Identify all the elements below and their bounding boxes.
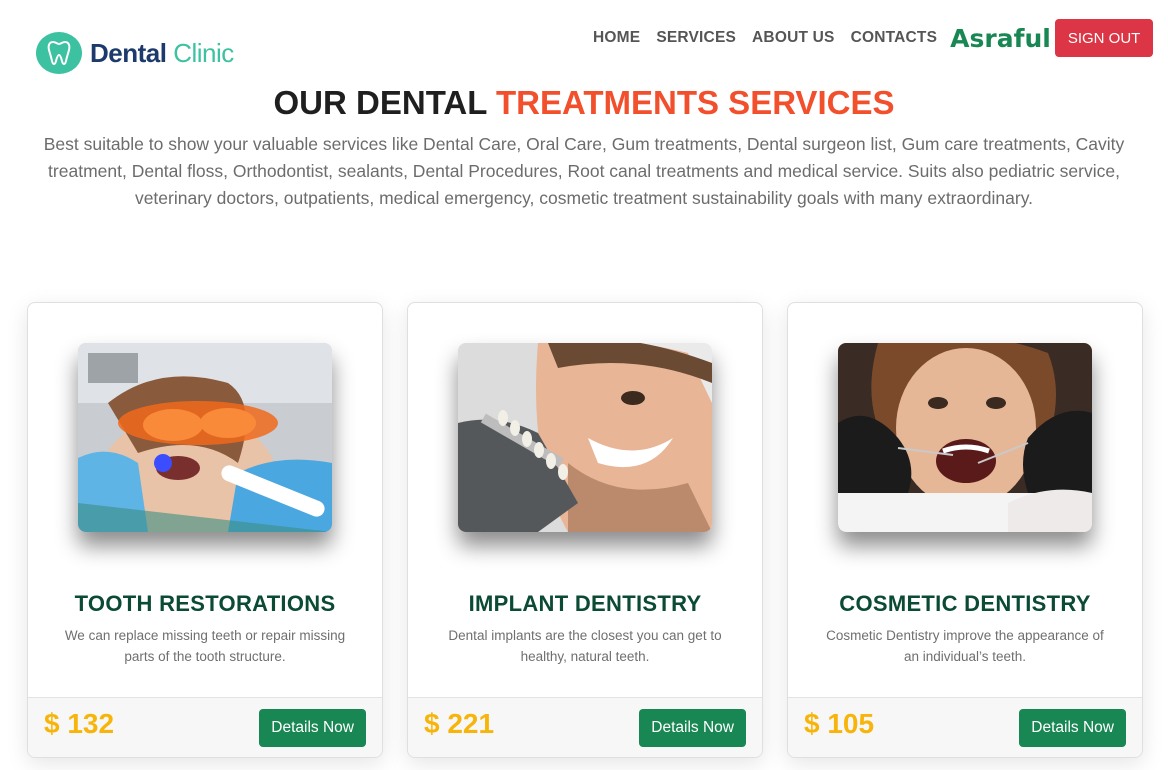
service-card-tooth-restorations: TOOTH RESTORATIONS We can replace missin…: [27, 302, 383, 758]
section-title-accent: TREATMENTS SERVICES: [495, 84, 895, 121]
service-description: We can replace missing teeth or repair m…: [64, 628, 346, 664]
nav-services[interactable]: SERVICES: [656, 29, 736, 47]
service-price: $ 132: [44, 708, 115, 739]
details-now-button[interactable]: Details Now: [639, 709, 746, 747]
brand-logo[interactable]: Dental Clinic: [36, 32, 234, 74]
main-nav: HOME SERVICES ABOUT US CONTACTS Asraful …: [593, 18, 1154, 58]
service-card-implant-dentistry: IMPLANT DENTISTRY Dental implants are th…: [407, 302, 763, 758]
card-footer: $ 221 Details Now: [408, 697, 762, 757]
card-footer: $ 132 Details Now: [28, 697, 382, 757]
section-title-dark: OUR DENTAL: [273, 84, 487, 121]
service-image-cosmetic-dentistry: [838, 343, 1092, 532]
section-description: Best suitable to show your valuable serv…: [43, 134, 1125, 208]
user-name: Asraful: [950, 23, 1051, 53]
card-footer: $ 105 Details Now: [788, 697, 1142, 757]
service-title: COSMETIC DENTISTRY: [839, 591, 1091, 616]
service-card-cosmetic-dentistry: COSMETIC DENTISTRY Cosmetic Dentistry im…: [787, 302, 1143, 758]
service-title: TOOTH RESTORATIONS: [74, 591, 336, 616]
service-price: $ 105: [804, 708, 875, 739]
service-title: IMPLANT DENTISTRY: [468, 591, 702, 616]
details-now-button[interactable]: Details Now: [1019, 709, 1126, 747]
tooth-logo-icon: [36, 32, 82, 74]
service-description: Cosmetic Dentistry improve the appearanc…: [826, 628, 1104, 664]
nav-about-us[interactable]: ABOUT US: [752, 29, 835, 47]
service-description: Dental implants are the closest you can …: [448, 628, 722, 664]
service-image-tooth-restorations: [78, 343, 332, 532]
brand-name: Dental Clinic: [90, 38, 234, 69]
service-price: $ 221: [424, 708, 495, 739]
details-now-button[interactable]: Details Now: [259, 709, 366, 747]
nav-home[interactable]: HOME: [593, 29, 640, 47]
section-title: OUR DENTAL TREATMENTS SERVICES: [0, 84, 1168, 122]
sign-out-button[interactable]: SIGN OUT: [1054, 19, 1154, 57]
nav-contacts[interactable]: CONTACTS: [851, 29, 938, 47]
brand-name-light: Clinic: [173, 37, 234, 68]
service-image-implant-dentistry: [458, 343, 712, 532]
brand-name-bold: Dental: [90, 37, 167, 68]
navbar: Dental Clinic HOME SERVICES ABOUT US CON…: [0, 0, 1168, 84]
